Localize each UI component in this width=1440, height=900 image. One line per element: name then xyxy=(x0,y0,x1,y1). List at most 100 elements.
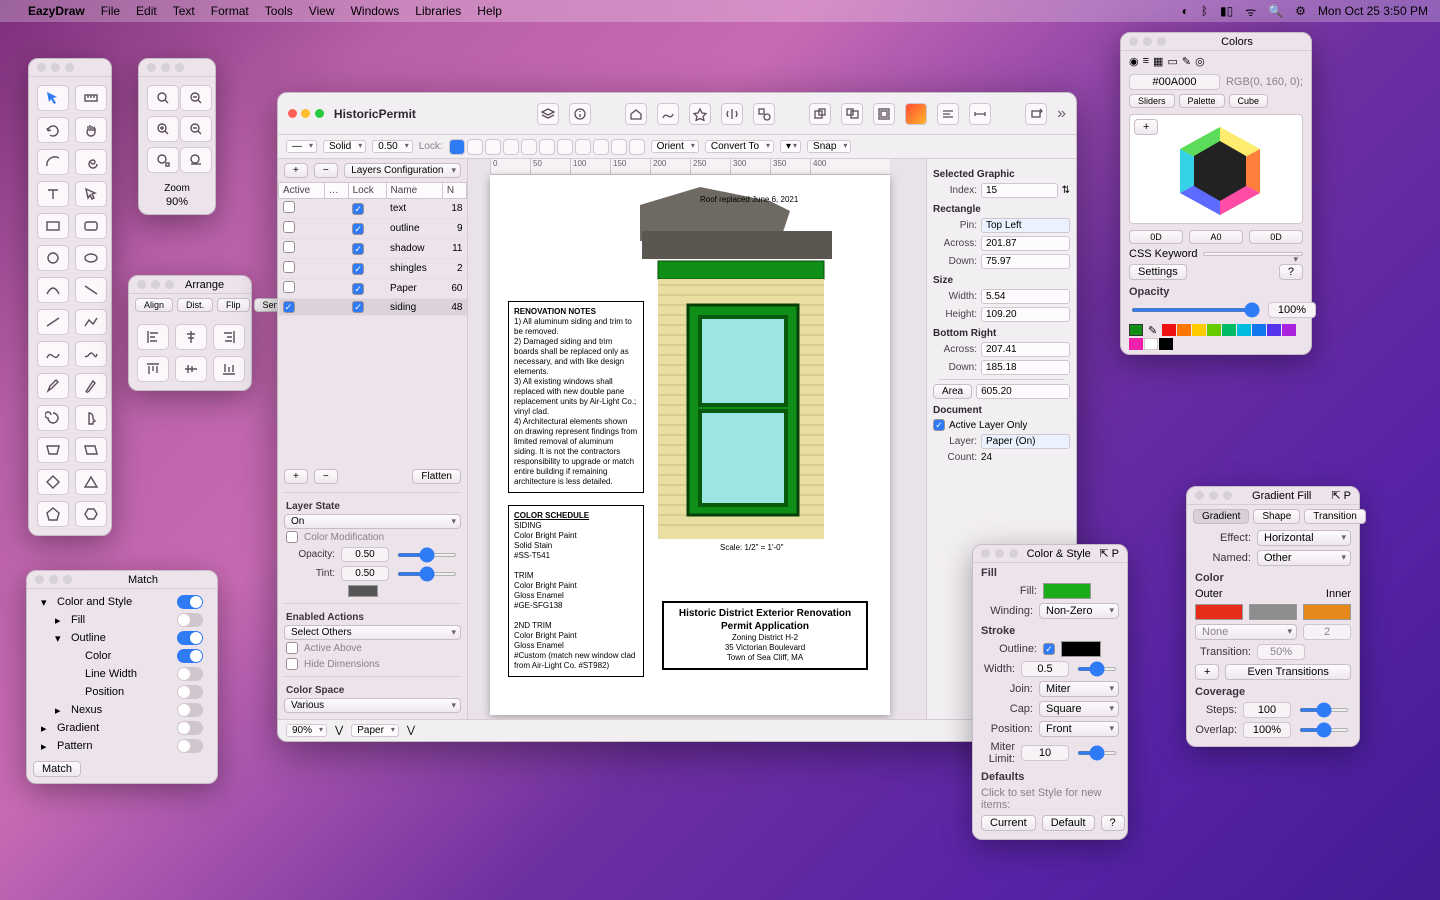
tint-swatch[interactable] xyxy=(348,585,378,597)
color-palette-icon[interactable]: ▦ xyxy=(1153,55,1163,68)
color-space-select[interactable]: Various xyxy=(284,698,461,713)
pen-tool[interactable] xyxy=(37,373,69,399)
siri-icon[interactable]: ◐ xyxy=(1182,4,1189,18)
miter-value[interactable]: 10 xyxy=(1021,745,1069,761)
color-mod-checkbox[interactable] xyxy=(286,531,298,543)
menu-windows[interactable]: Windows xyxy=(351,4,400,18)
match-row[interactable]: Line Width xyxy=(33,665,211,683)
steps-slider[interactable] xyxy=(1299,708,1349,712)
match-row[interactable]: ▸Nexus xyxy=(33,701,211,719)
current-style-button[interactable]: Current xyxy=(981,815,1036,831)
fill-swatch-icon[interactable] xyxy=(905,103,927,125)
curve-tool[interactable] xyxy=(37,277,69,303)
align-middle-icon[interactable] xyxy=(175,356,207,382)
layer-opacity-value[interactable]: 0.50 xyxy=(341,547,389,562)
match-toggle[interactable] xyxy=(177,739,203,753)
layer-opacity-slider[interactable] xyxy=(397,553,457,557)
position-select[interactable]: Front xyxy=(1039,721,1119,737)
circle-tool[interactable] xyxy=(37,245,69,271)
miter-slider[interactable] xyxy=(1077,751,1117,755)
path-icon[interactable] xyxy=(657,103,679,125)
align-icon[interactable] xyxy=(937,103,959,125)
match-row[interactable]: Position xyxy=(33,683,211,701)
pin-icon[interactable]: ⇱ P xyxy=(1099,547,1119,560)
layer-row[interactable]: ✓text18 xyxy=(279,199,467,219)
join-select[interactable]: Miter xyxy=(1039,681,1119,697)
layer-row[interactable]: ✓Paper60 xyxy=(279,279,467,299)
match-toggle[interactable] xyxy=(177,685,203,699)
menu-libraries[interactable]: Libraries xyxy=(415,4,461,18)
arrange-tab-dist[interactable]: Dist. xyxy=(177,298,213,312)
clock[interactable]: Mon Oct 25 3:50 PM xyxy=(1318,4,1428,18)
winding-select[interactable]: Non-Zero xyxy=(1039,603,1119,619)
align-bottom-icon[interactable] xyxy=(213,356,245,382)
align-center-icon[interactable] xyxy=(175,324,207,350)
menu-view[interactable]: View xyxy=(309,4,335,18)
bluetooth-icon[interactable]: ᛒ xyxy=(1201,4,1208,18)
layer-plus-button[interactable]: + xyxy=(284,469,308,484)
head-tool[interactable] xyxy=(75,405,107,431)
snap-select[interactable]: Snap xyxy=(807,140,851,153)
zoom-out-icon[interactable] xyxy=(180,116,212,142)
overlap-slider[interactable] xyxy=(1299,728,1349,732)
style-help-button[interactable]: ? xyxy=(1101,815,1125,831)
enabled-actions-select[interactable]: Select Others xyxy=(284,625,461,640)
roundrect-tool[interactable] xyxy=(75,213,107,239)
home-icon[interactable] xyxy=(625,103,647,125)
hide-dims-checkbox[interactable] xyxy=(286,658,298,670)
layer-row[interactable]: ✓outline9 xyxy=(279,219,467,239)
select-tool[interactable] xyxy=(37,85,69,111)
match-toggle[interactable] xyxy=(177,667,203,681)
steps-value[interactable]: 100 xyxy=(1243,702,1291,718)
stroke-width-value[interactable]: 0.5 xyxy=(1021,661,1069,677)
triangle-tool[interactable] xyxy=(75,469,107,495)
ellipse-tool[interactable] xyxy=(75,245,107,271)
even-transitions-button[interactable]: Even Transitions xyxy=(1225,664,1351,680)
grad-tab-transition[interactable]: Transition xyxy=(1304,509,1366,524)
shapes-icon[interactable] xyxy=(753,103,775,125)
menu-edit[interactable]: Edit xyxy=(136,4,157,18)
hand-tool[interactable] xyxy=(75,117,107,143)
close-icon[interactable] xyxy=(288,109,297,118)
index-value[interactable]: 15 xyxy=(981,183,1058,198)
brush-tool[interactable] xyxy=(75,373,107,399)
rect-tool[interactable] xyxy=(37,213,69,239)
freehand-tool[interactable] xyxy=(75,341,107,367)
outline-checkbox[interactable]: ✓ xyxy=(1043,643,1055,655)
match-row[interactable]: Color xyxy=(33,647,211,665)
default-style-button[interactable]: Default xyxy=(1042,815,1095,831)
zoom-sel-icon[interactable] xyxy=(147,147,179,173)
layer-tint-value[interactable]: 0.50 xyxy=(341,566,389,581)
toolbar-overflow-icon[interactable]: » xyxy=(1057,105,1066,123)
group-icon[interactable] xyxy=(873,103,895,125)
opacity-slider[interactable] xyxy=(1131,308,1260,312)
diamond-tool[interactable] xyxy=(37,469,69,495)
grad-plus-button[interactable]: + xyxy=(1195,664,1219,680)
pentagon-tool[interactable] xyxy=(37,501,69,527)
app-name[interactable]: EazyDraw xyxy=(28,4,85,18)
pin-icon[interactable]: ⇱ P xyxy=(1331,489,1351,502)
layer-state-select[interactable]: On xyxy=(284,514,461,529)
segment-tool[interactable] xyxy=(75,277,107,303)
arrange-tab-align[interactable]: Align xyxy=(135,298,173,312)
orient-select[interactable]: Orient xyxy=(651,140,699,153)
remove-layer-button[interactable]: − xyxy=(314,163,338,178)
menu-help[interactable]: Help xyxy=(477,4,502,18)
trapezoid-tool[interactable] xyxy=(37,437,69,463)
active-above-checkbox[interactable] xyxy=(286,642,298,654)
control-center-icon[interactable]: ⚙ xyxy=(1295,4,1306,18)
align-right-icon[interactable] xyxy=(213,324,245,350)
stroke-weight-select[interactable]: 0.50 xyxy=(372,140,412,153)
menu-tools[interactable]: Tools xyxy=(265,4,293,18)
layer-row[interactable]: ✓shingles2 xyxy=(279,259,467,279)
spiral-tool[interactable] xyxy=(75,149,107,175)
layer-minus-button[interactable]: − xyxy=(314,469,338,484)
pointer-tool[interactable] xyxy=(75,181,107,207)
spotlight-icon[interactable]: 🔍 xyxy=(1268,4,1283,18)
height-value[interactable]: 109.20 xyxy=(981,307,1070,322)
swirl-tool[interactable] xyxy=(37,405,69,431)
back-icon[interactable] xyxy=(841,103,863,125)
hex-value[interactable]: #00A000 xyxy=(1129,74,1220,90)
color-add-button[interactable]: + xyxy=(1134,119,1158,135)
css-keyword-select[interactable] xyxy=(1203,252,1303,256)
